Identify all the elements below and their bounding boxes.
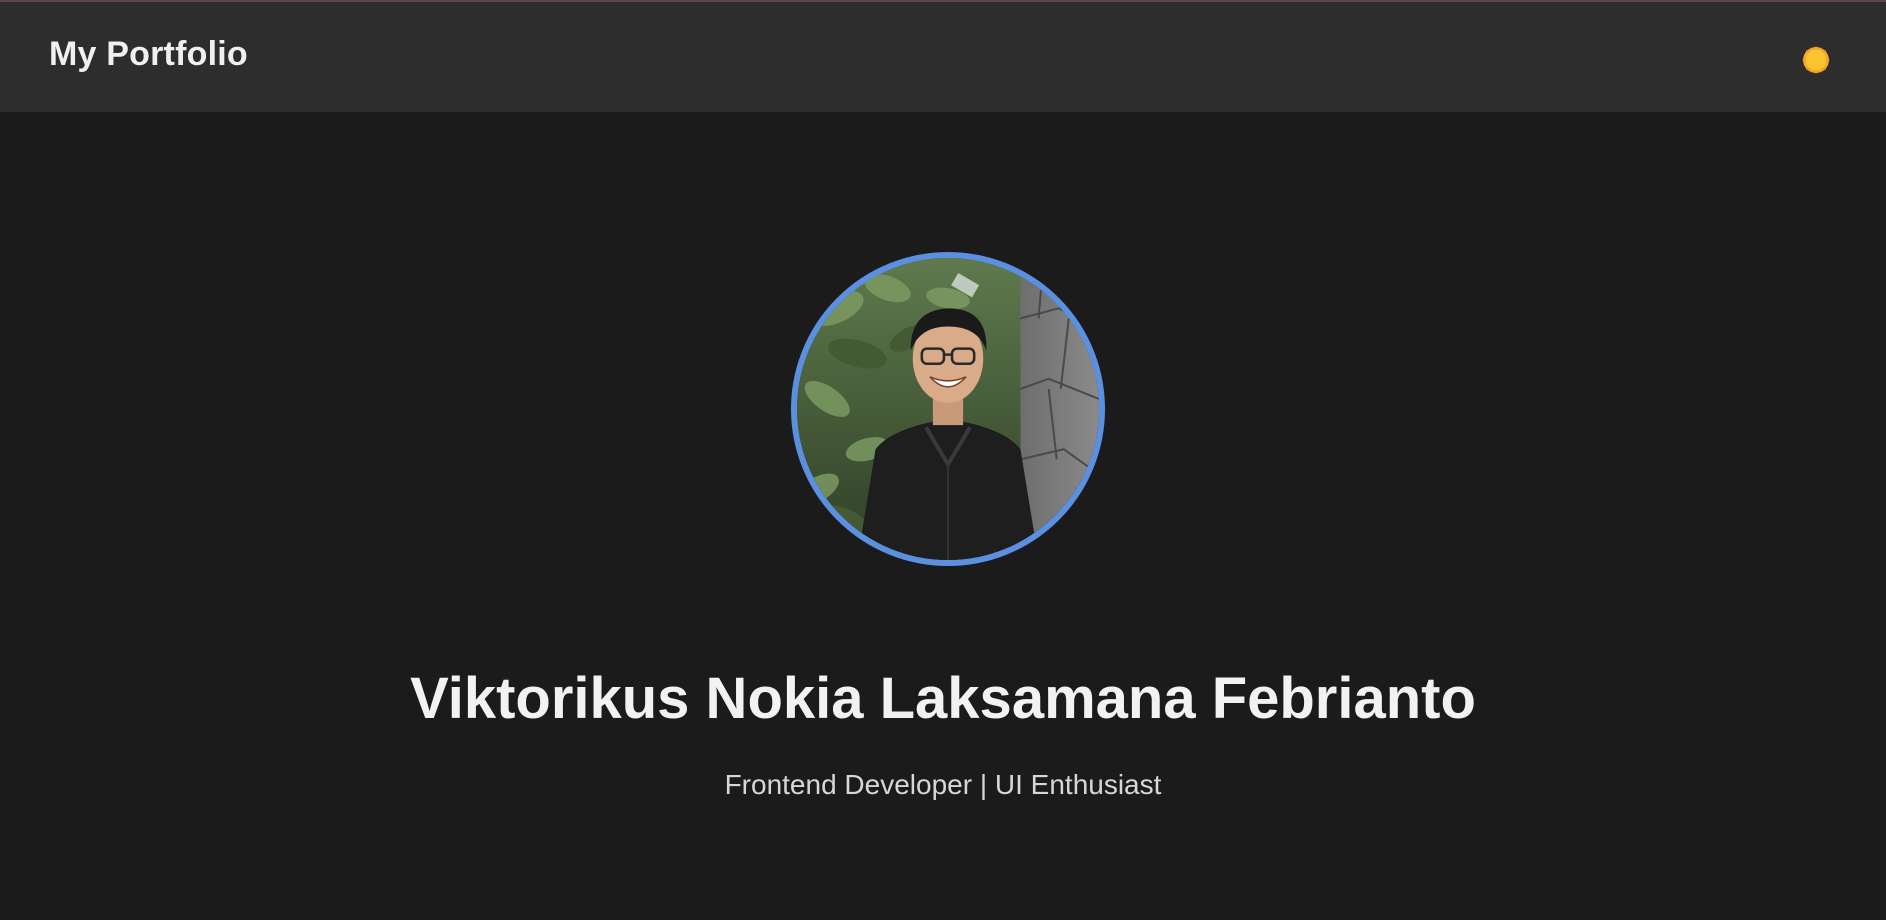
profile-photo <box>797 258 1099 560</box>
navbar: My Portfolio <box>0 2 1886 112</box>
profile-avatar <box>791 252 1105 566</box>
theme-toggle-button[interactable] <box>1800 44 1832 76</box>
profile-tagline: Frontend Developer | UI Enthusiast <box>724 769 1162 800</box>
brand-title[interactable]: My Portfolio <box>49 35 248 74</box>
hero-section: Viktorikus Nokia Laksamana Febrianto Fro… <box>0 112 1886 920</box>
profile-name: Viktorikus Nokia Laksamana Febrianto <box>410 666 1476 731</box>
sun-icon <box>1801 45 1831 75</box>
